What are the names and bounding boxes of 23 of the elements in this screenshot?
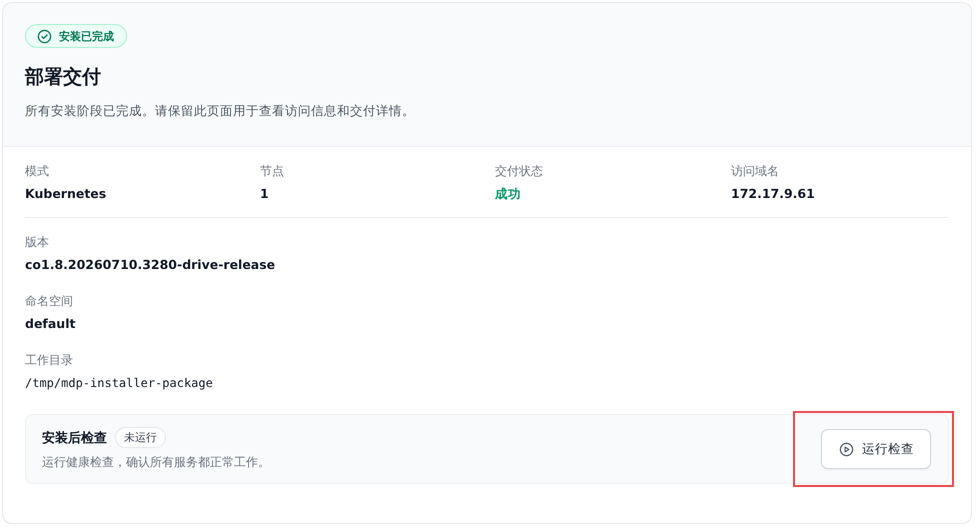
field-value: 1 <box>260 185 270 203</box>
field-value: default <box>25 315 76 333</box>
field-label: 工作目录 <box>25 352 74 369</box>
field-label: 版本 <box>25 234 50 251</box>
field-label: 命名空间 <box>25 293 74 310</box>
field-label: 模式 <box>25 163 50 180</box>
run-check-button[interactable]: 运行检查 <box>821 429 931 469</box>
check-circle-icon <box>37 28 52 44</box>
field-value: Kubernetes <box>25 185 108 203</box>
status-badge: 未运行 <box>115 427 166 448</box>
field-value: co1.8.20260710.3280-drive-release <box>25 256 276 274</box>
field-label: 访问域名 <box>731 163 780 180</box>
field-value: 成功 <box>495 185 522 203</box>
page-description: 所有安装阶段已完成。请保留此页面用于查看访问信息和交付详情。 <box>25 102 416 120</box>
field-value: /tmp/mdp-installer-package <box>25 375 214 392</box>
field-label: 节点 <box>260 163 285 180</box>
check-description: 运行健康检查，确认所有服务都正常工作。 <box>42 454 270 471</box>
field-label: 交付状态 <box>495 163 544 180</box>
check-title: 安装后检查 <box>42 430 107 446</box>
field-value: 172.17.9.61 <box>731 185 816 203</box>
page-title: 部署交付 <box>25 65 102 90</box>
status-badge: 安装已完成 <box>25 24 127 48</box>
play-circle-icon <box>839 442 854 456</box>
